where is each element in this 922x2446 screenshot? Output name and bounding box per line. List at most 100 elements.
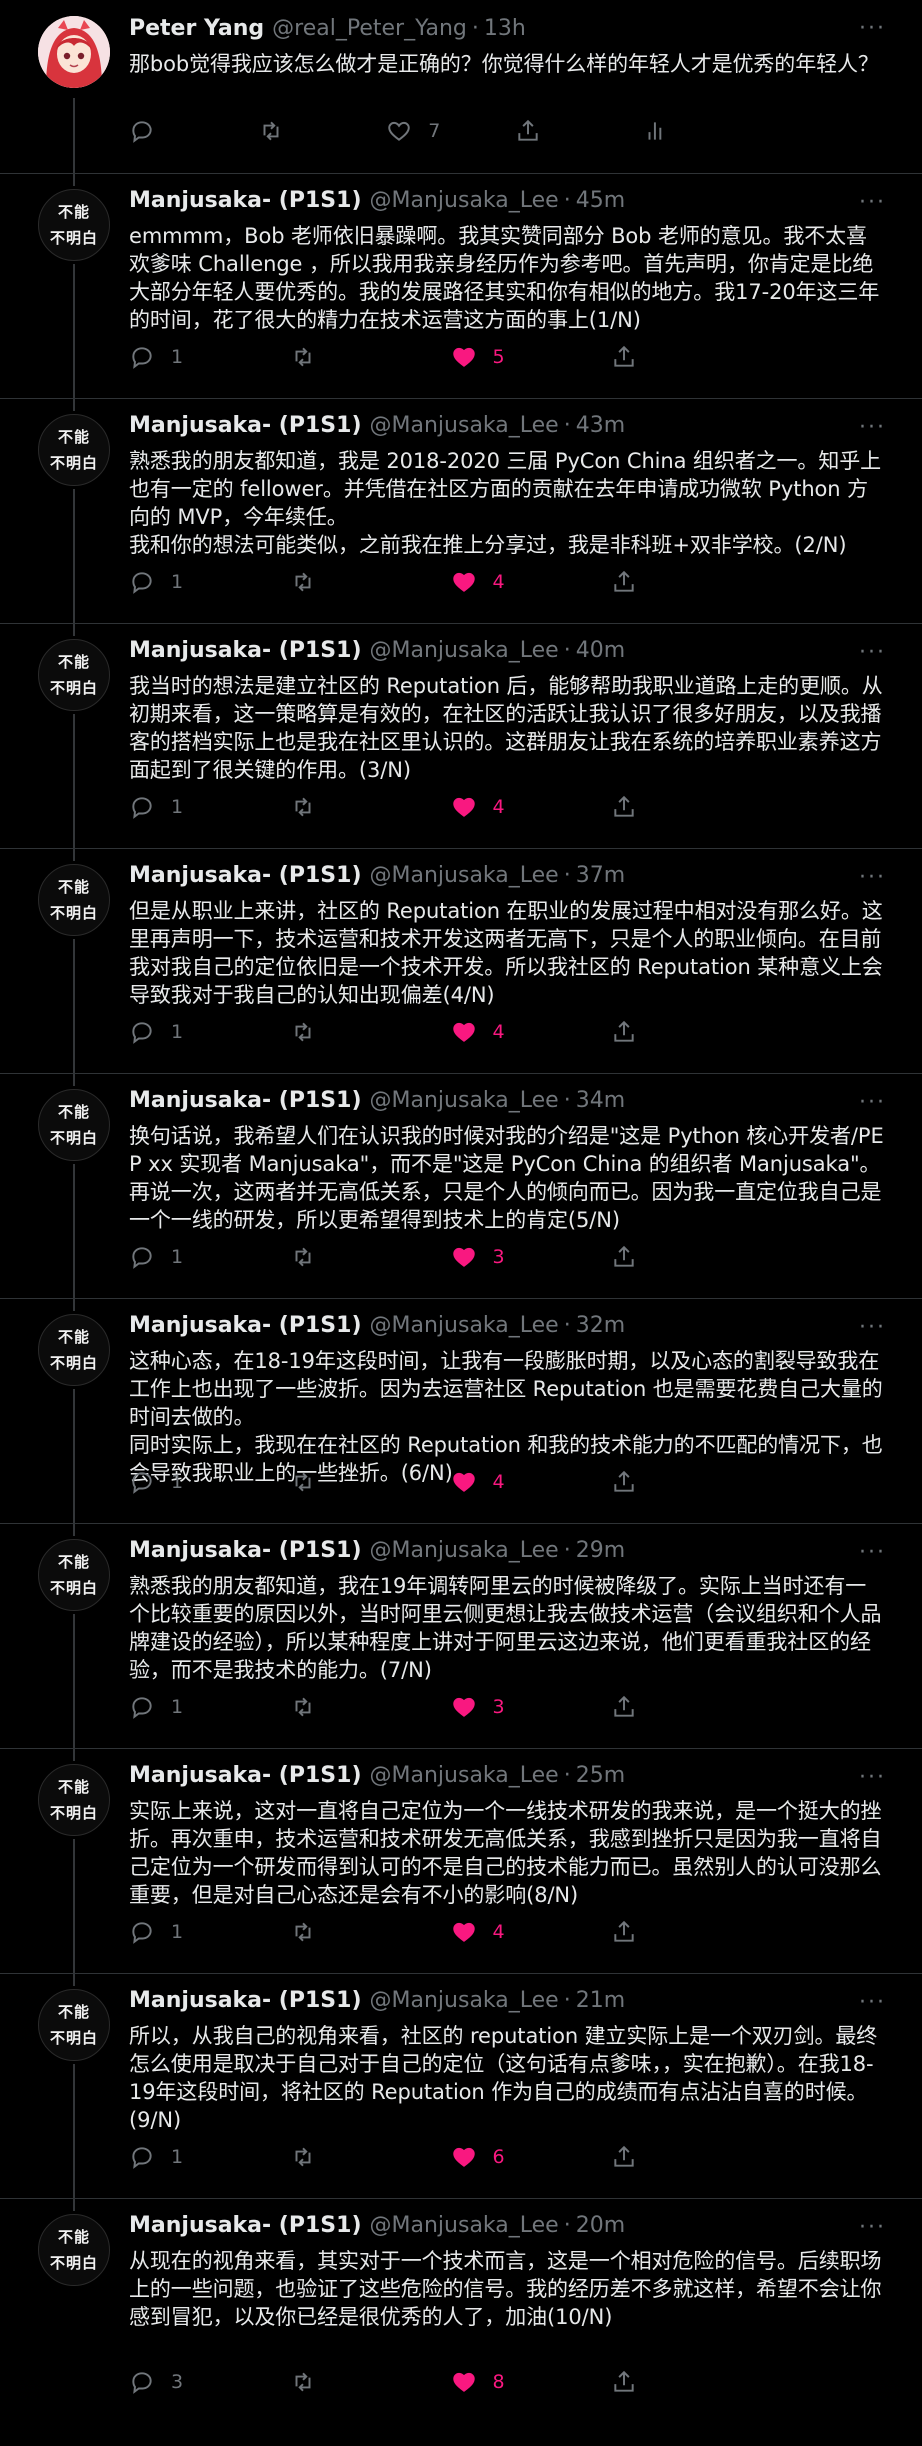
like-button[interactable]: 4 <box>451 569 612 595</box>
more-options-icon[interactable]: ··· <box>859 16 886 41</box>
timestamp[interactable]: 13h <box>484 12 526 46</box>
like-button[interactable]: 4 <box>451 1919 612 1945</box>
timestamp[interactable]: 25m <box>576 1759 625 1793</box>
tweet-reply[interactable]: 不能 不明白 Manjusaka- (P1S1) @Manjusaka_Lee … <box>0 1748 922 1973</box>
avatar[interactable]: 不能 不明白 <box>38 2214 110 2286</box>
user-handle[interactable]: @Manjusaka_Lee <box>370 1084 559 1118</box>
timestamp[interactable]: 40m <box>576 634 625 668</box>
avatar[interactable]: 不能 不明白 <box>38 1089 110 1161</box>
avatar[interactable]: 不能 不明白 <box>38 414 110 486</box>
user-handle[interactable]: @Manjusaka_Lee <box>370 184 559 218</box>
user-handle[interactable]: @Manjusaka_Lee <box>370 1534 559 1568</box>
reply-button[interactable]: 1 <box>129 344 290 370</box>
tweet-reply[interactable]: 不能 不明白 Manjusaka- (P1S1) @Manjusaka_Lee … <box>0 1298 922 1523</box>
analytics-button[interactable] <box>643 118 772 144</box>
like-button[interactable]: 7 <box>386 118 515 144</box>
share-button[interactable] <box>611 569 772 595</box>
more-options-icon[interactable]: ··· <box>859 190 886 215</box>
tweet-reply[interactable]: 不能 不明白 Manjusaka- (P1S1) @Manjusaka_Lee … <box>0 398 922 623</box>
like-button[interactable]: 8 <box>451 2369 612 2395</box>
reply-button[interactable]: 1 <box>129 1694 290 1720</box>
like-button[interactable]: 4 <box>451 1469 612 1495</box>
retweet-button[interactable] <box>290 1019 451 1045</box>
avatar[interactable]: 不能 不明白 <box>38 1314 110 1386</box>
display-name[interactable]: Manjusaka- (P1S1) <box>129 1084 362 1118</box>
display-name[interactable]: Peter Yang <box>129 12 264 46</box>
more-options-icon[interactable]: ··· <box>859 1765 886 1790</box>
reply-button[interactable]: 1 <box>129 1244 290 1270</box>
like-button[interactable]: 3 <box>451 1694 612 1720</box>
more-options-icon[interactable]: ··· <box>859 1315 886 1340</box>
user-handle[interactable]: @Manjusaka_Lee <box>370 859 559 893</box>
retweet-button[interactable] <box>290 1919 451 1945</box>
display-name[interactable]: Manjusaka- (P1S1) <box>129 2209 362 2243</box>
tweet-reply[interactable]: 不能 不明白 Manjusaka- (P1S1) @Manjusaka_Lee … <box>0 173 922 398</box>
retweet-button[interactable] <box>290 2144 451 2170</box>
tweet-reply[interactable]: 不能 不明白 Manjusaka- (P1S1) @Manjusaka_Lee … <box>0 1073 922 1298</box>
tweet-reply[interactable]: 不能 不明白 Manjusaka- (P1S1) @Manjusaka_Lee … <box>0 1973 922 2198</box>
timestamp[interactable]: 45m <box>576 184 625 218</box>
avatar[interactable]: 不能 不明白 <box>38 639 110 711</box>
reply-button[interactable]: 1 <box>129 794 290 820</box>
reply-button[interactable]: 1 <box>129 1019 290 1045</box>
share-button[interactable] <box>611 1919 772 1945</box>
timestamp[interactable]: 21m <box>576 1984 625 2018</box>
avatar[interactable]: 不能 不明白 <box>38 1764 110 1836</box>
display-name[interactable]: Manjusaka- (P1S1) <box>129 409 362 443</box>
reply-button[interactable]: 1 <box>129 569 290 595</box>
avatar[interactable]: 不能 不明白 <box>38 1539 110 1611</box>
retweet-button[interactable] <box>290 569 451 595</box>
user-handle[interactable]: @Manjusaka_Lee <box>370 409 559 443</box>
share-button[interactable] <box>611 2369 772 2395</box>
timestamp[interactable]: 29m <box>576 1534 625 1568</box>
like-button[interactable]: 4 <box>451 794 612 820</box>
share-button[interactable] <box>611 2144 772 2170</box>
tweet-reply[interactable]: 不能 不明白 Manjusaka- (P1S1) @Manjusaka_Lee … <box>0 2198 922 2398</box>
user-handle[interactable]: @Manjusaka_Lee <box>370 1759 559 1793</box>
more-options-icon[interactable]: ··· <box>859 865 886 890</box>
tweet-peter[interactable]: Peter Yang @real_Peter_Yang · 13h ··· 那b… <box>0 0 922 173</box>
user-handle[interactable]: @Manjusaka_Lee <box>370 1984 559 2018</box>
more-options-icon[interactable]: ··· <box>859 1990 886 2015</box>
more-options-icon[interactable]: ··· <box>859 2215 886 2240</box>
avatar[interactable]: 不能 不明白 <box>38 189 110 261</box>
share-button[interactable] <box>611 1469 772 1495</box>
avatar[interactable] <box>38 16 110 88</box>
user-handle[interactable]: @Manjusaka_Lee <box>370 2209 559 2243</box>
reply-button[interactable]: 1 <box>129 2144 290 2170</box>
user-handle[interactable]: @real_Peter_Yang <box>272 12 467 46</box>
display-name[interactable]: Manjusaka- (P1S1) <box>129 1759 362 1793</box>
retweet-button[interactable] <box>258 118 387 144</box>
retweet-button[interactable] <box>290 1244 451 1270</box>
tweet-reply[interactable]: 不能 不明白 Manjusaka- (P1S1) @Manjusaka_Lee … <box>0 1523 922 1748</box>
like-button[interactable]: 3 <box>451 1244 612 1270</box>
share-button[interactable] <box>611 794 772 820</box>
timestamp[interactable]: 32m <box>576 1309 625 1343</box>
reply-button[interactable]: 1 <box>129 1919 290 1945</box>
user-handle[interactable]: @Manjusaka_Lee <box>370 1309 559 1343</box>
reply-button[interactable]: 1 <box>129 1469 290 1495</box>
avatar[interactable]: 不能 不明白 <box>38 1989 110 2061</box>
reply-button[interactable]: 3 <box>129 2369 290 2395</box>
avatar[interactable]: 不能 不明白 <box>38 864 110 936</box>
like-button[interactable]: 4 <box>451 1019 612 1045</box>
retweet-button[interactable] <box>290 2369 451 2395</box>
share-button[interactable] <box>515 118 644 144</box>
retweet-button[interactable] <box>290 344 451 370</box>
share-button[interactable] <box>611 1694 772 1720</box>
timestamp[interactable]: 34m <box>576 1084 625 1118</box>
timestamp[interactable]: 37m <box>576 859 625 893</box>
retweet-button[interactable] <box>290 1469 451 1495</box>
timestamp[interactable]: 20m <box>576 2209 625 2243</box>
tweet-reply[interactable]: 不能 不明白 Manjusaka- (P1S1) @Manjusaka_Lee … <box>0 623 922 848</box>
display-name[interactable]: Manjusaka- (P1S1) <box>129 859 362 893</box>
like-button[interactable]: 6 <box>451 2144 612 2170</box>
display-name[interactable]: Manjusaka- (P1S1) <box>129 634 362 668</box>
like-button[interactable]: 5 <box>451 344 612 370</box>
display-name[interactable]: Manjusaka- (P1S1) <box>129 1534 362 1568</box>
more-options-icon[interactable]: ··· <box>859 1090 886 1115</box>
tweet-reply[interactable]: 不能 不明白 Manjusaka- (P1S1) @Manjusaka_Lee … <box>0 848 922 1073</box>
reply-button[interactable] <box>129 118 258 144</box>
display-name[interactable]: Manjusaka- (P1S1) <box>129 1984 362 2018</box>
display-name[interactable]: Manjusaka- (P1S1) <box>129 184 362 218</box>
